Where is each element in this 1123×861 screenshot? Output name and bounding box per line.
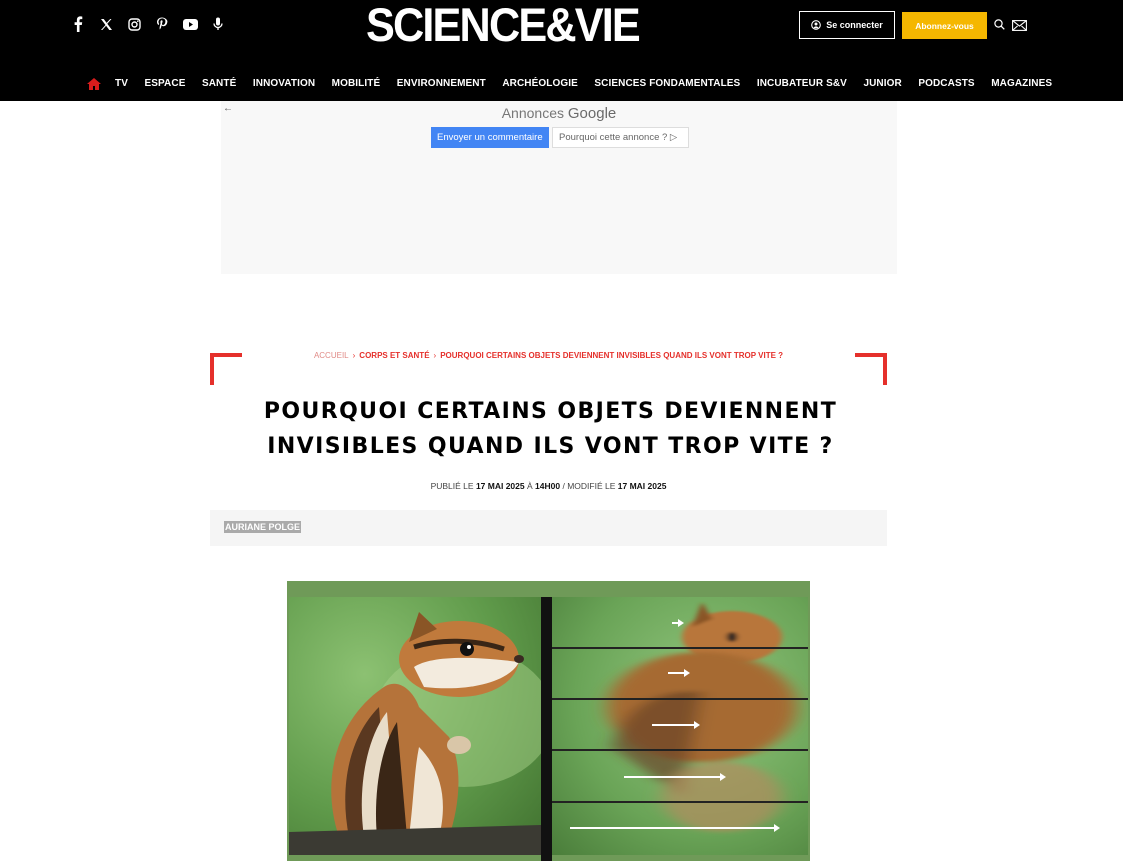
subscribe-button[interactable]: Abonnez-vous <box>902 12 987 39</box>
nav-item-magazines[interactable]: MAGAZINES <box>991 78 1052 89</box>
social-links <box>70 14 226 34</box>
modified-date: 17 MAI 2025 <box>617 481 667 491</box>
ad-slot: ← Annonces Google Envoyer un commentaire… <box>221 101 897 274</box>
article-title: POURQUOI CERTAINS OBJETS DEVIENNENT INVI… <box>210 394 891 464</box>
nav-item-archeologie[interactable]: ARCHÉOLOGIE <box>502 78 578 89</box>
motion-arrow <box>652 721 700 729</box>
site-header: SCIENCE&VIE Se connecter Abonnez-vous TV… <box>0 0 1123 101</box>
nav-item-junior[interactable]: JUNIOR <box>863 78 901 89</box>
ad-feedback-button[interactable]: Envoyer un commentaire <box>431 127 549 148</box>
chevron-right-icon: › <box>352 351 356 360</box>
chevron-right-icon: › <box>433 351 437 360</box>
nav-item-tv[interactable]: TV <box>115 78 128 89</box>
published-at: À <box>526 481 533 491</box>
breadcrumb-category[interactable]: CORPS ET SANTÉ <box>359 351 429 360</box>
nav-item-sciences-fondamentales[interactable]: SCIENCES FONDAMENTALES <box>594 78 740 89</box>
motion-arrow <box>668 669 690 677</box>
login-button[interactable]: Se connecter <box>799 11 895 39</box>
breadcrumb-current: POURQUOI CERTAINS OBJETS DEVIENNENT INVI… <box>440 351 784 360</box>
author-name[interactable]: AURIANE POLGE <box>224 521 302 533</box>
published-time: 14H00 <box>535 481 561 491</box>
ad-title-prefix: Annonces <box>501 105 564 121</box>
strip-divider <box>552 698 808 700</box>
modified-prefix: / MODIFIÉ LE <box>562 481 616 491</box>
youtube-icon[interactable] <box>182 14 198 34</box>
login-label: Se connecter <box>826 20 883 30</box>
nav-item-espace[interactable]: ESPACE <box>144 78 185 89</box>
newsletter-mail-icon[interactable] <box>1012 18 1027 36</box>
strip-divider <box>552 801 808 803</box>
nav-item-sante[interactable]: SANTÉ <box>202 78 236 89</box>
article-title-line1: POURQUOI CERTAINS OBJETS DEVIENNENT <box>263 399 838 424</box>
chipmunk-motion-blur-image <box>552 597 808 855</box>
nav-item-incubateur[interactable]: INCUBATEUR S&V <box>757 78 847 89</box>
published-date: 17 MAI 2025 <box>475 481 525 491</box>
chipmunk-still-image <box>289 597 541 855</box>
breadcrumb: ACCUEIL › CORPS ET SANTÉ › POURQUOI CERTAINS… <box>0 351 1097 360</box>
breadcrumb-home[interactable]: ACCUEIL <box>314 351 349 360</box>
strip-divider <box>552 749 808 751</box>
facebook-icon[interactable] <box>70 14 86 34</box>
article-meta: PUBLIÉ LE 17 MAI 2025 À 14H00 / MODIFIÉ … <box>0 481 1097 491</box>
x-icon[interactable] <box>98 14 114 34</box>
ad-title: Annonces Google <box>221 105 897 122</box>
microphone-icon[interactable] <box>210 14 226 34</box>
image-divider <box>541 597 552 861</box>
nav-item-mobilite[interactable]: MOBILITÉ <box>332 78 381 89</box>
published-prefix: PUBLIÉ LE <box>430 481 474 491</box>
pinterest-icon[interactable] <box>154 14 170 34</box>
article-title-line2: INVISIBLES QUAND ILS VONT TROP VITE ? <box>267 434 834 459</box>
ad-brand: Google <box>567 105 617 122</box>
nav-item-innovation[interactable]: INNOVATION <box>253 78 315 89</box>
nav-item-environnement[interactable]: ENVIRONNEMENT <box>397 78 486 89</box>
strip-divider <box>552 647 808 649</box>
user-icon <box>811 20 822 30</box>
author-box: AURIANE POLGE <box>210 510 887 546</box>
article-hero-image <box>287 581 810 861</box>
motion-arrow <box>624 773 726 781</box>
motion-arrow <box>672 619 684 627</box>
main-navigation: TV ESPACE SANTÉ INNOVATION MOBILITÉ ENVI… <box>87 76 1069 90</box>
site-logo[interactable]: SCIENCE&VIE <box>366 0 641 50</box>
home-icon[interactable] <box>87 77 101 90</box>
search-icon[interactable] <box>994 17 1005 35</box>
motion-arrow <box>570 824 780 832</box>
nav-item-podcasts[interactable]: PODCASTS <box>918 78 974 89</box>
ad-why-button[interactable]: Pourquoi cette annonce ? ▷ <box>552 127 689 148</box>
instagram-icon[interactable] <box>126 14 142 34</box>
